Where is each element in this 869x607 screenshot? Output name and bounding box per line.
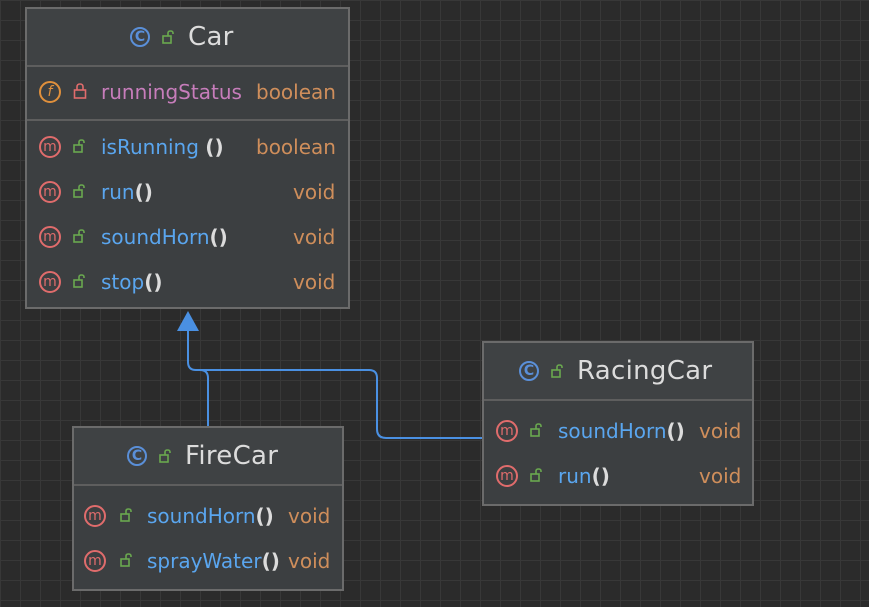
method-return-type: void (288, 504, 331, 528)
method-icon: m (84, 550, 106, 572)
public-visibility-icon (73, 273, 87, 289)
method-row[interactable]: m soundHorn() void (484, 409, 752, 454)
method-name: isRunning () (101, 135, 224, 159)
method-row[interactable]: m run() void (27, 170, 348, 215)
method-icon: m (39, 181, 61, 203)
firecar-class-header: C FireCar (74, 428, 342, 486)
racingcar-class-header: C RacingCar (484, 343, 752, 401)
method-name: soundHorn() (147, 504, 274, 528)
firecar-class-name: FireCar (185, 441, 279, 471)
public-visibility-icon (551, 364, 565, 378)
method-name: stop() (101, 270, 163, 294)
method-return-type: void (288, 549, 331, 573)
method-row[interactable]: m sprayWater() void (74, 539, 342, 584)
car-methods-section: m isRunning () boolean m run() void m so… (27, 121, 348, 305)
method-name: sprayWater() (147, 549, 280, 573)
method-return-type: void (293, 225, 336, 249)
method-icon: m (496, 465, 518, 487)
public-visibility-icon (162, 30, 176, 44)
car-class-node[interactable]: C Car f runningStatus boolean m isRunnin… (25, 7, 350, 309)
public-visibility-icon (159, 449, 173, 463)
class-icon: C (130, 27, 150, 47)
public-visibility-icon (73, 183, 87, 199)
public-visibility-icon (73, 228, 87, 244)
method-name: run() (101, 180, 153, 204)
car-class-header: C Car (27, 9, 348, 67)
method-return-type: boolean (256, 135, 336, 159)
method-return-type: void (699, 464, 742, 488)
method-row[interactable]: m soundHorn() void (27, 215, 348, 260)
class-icon: C (519, 361, 539, 381)
public-visibility-icon (120, 552, 134, 568)
method-row[interactable]: m run() void (484, 454, 752, 499)
car-class-name: Car (188, 22, 234, 52)
inheritance-arrowhead (177, 311, 199, 331)
car-fields-section: f runningStatus boolean (27, 67, 348, 121)
field-icon: f (39, 81, 61, 103)
private-lock-icon (73, 83, 87, 99)
field-name: runningStatus (101, 80, 242, 104)
firecar-extends-car-edge (187, 330, 209, 428)
class-icon: C (127, 446, 147, 466)
firecar-methods-section: m soundHorn() void m sprayWater() void (74, 486, 342, 584)
method-icon: m (496, 420, 518, 442)
method-name: soundHorn() (558, 419, 685, 443)
method-row[interactable]: m isRunning () boolean (27, 125, 348, 170)
field-type: boolean (256, 80, 336, 104)
method-name: soundHorn() (101, 225, 228, 249)
method-icon: m (39, 136, 61, 158)
method-icon: m (39, 226, 61, 248)
method-row[interactable]: m soundHorn() void (74, 494, 342, 539)
method-return-type: void (293, 270, 336, 294)
racingcar-methods-section: m soundHorn() void m run() void (484, 401, 752, 499)
field-row[interactable]: f runningStatus boolean (27, 67, 348, 119)
method-return-type: void (293, 180, 336, 204)
public-visibility-icon (530, 467, 544, 483)
public-visibility-icon (120, 507, 134, 523)
method-row[interactable]: m stop() void (27, 260, 348, 305)
method-icon: m (39, 271, 61, 293)
racingcar-class-name: RacingCar (577, 356, 713, 386)
method-icon: m (84, 505, 106, 527)
public-visibility-icon (73, 138, 87, 154)
public-visibility-icon (530, 422, 544, 438)
method-name: run() (558, 464, 610, 488)
firecar-class-node[interactable]: C FireCar m soundHorn() void m sprayWate… (72, 426, 344, 591)
method-return-type: void (699, 419, 742, 443)
racingcar-class-node[interactable]: C RacingCar m soundHorn() void m run() v… (482, 341, 754, 506)
